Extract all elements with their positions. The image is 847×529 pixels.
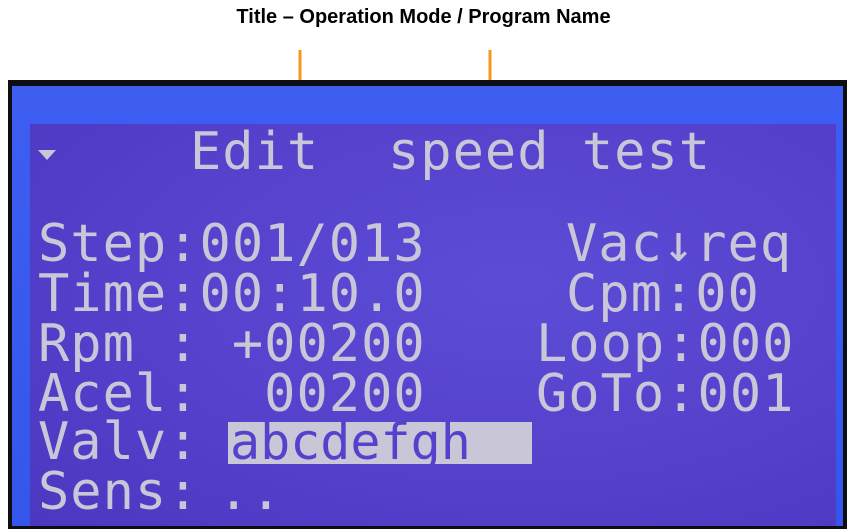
program-name: speed test xyxy=(388,122,712,182)
operation-mode: Edit xyxy=(190,122,320,182)
goto-value: GoTo:001 xyxy=(536,364,795,424)
annotation-caption: Title – Operation Mode / Program Name xyxy=(236,6,611,28)
valve-value: abcdefgh xyxy=(230,413,471,471)
rpm-value: Rpm : +00200 xyxy=(38,314,426,374)
loop-value: Loop:000 xyxy=(536,314,795,374)
time-value: Time:00:10.0 xyxy=(38,264,426,324)
vac-req-value: Vac↓req xyxy=(566,214,793,274)
cpm-value: Cpm:00 xyxy=(566,264,760,324)
sensor-value: .. xyxy=(218,462,283,522)
sensor-label: Sens: xyxy=(38,462,200,522)
step-value: Step:001/013 xyxy=(38,214,426,274)
down-triangle-icon xyxy=(38,150,56,160)
valve-label: Valv: xyxy=(38,412,200,472)
